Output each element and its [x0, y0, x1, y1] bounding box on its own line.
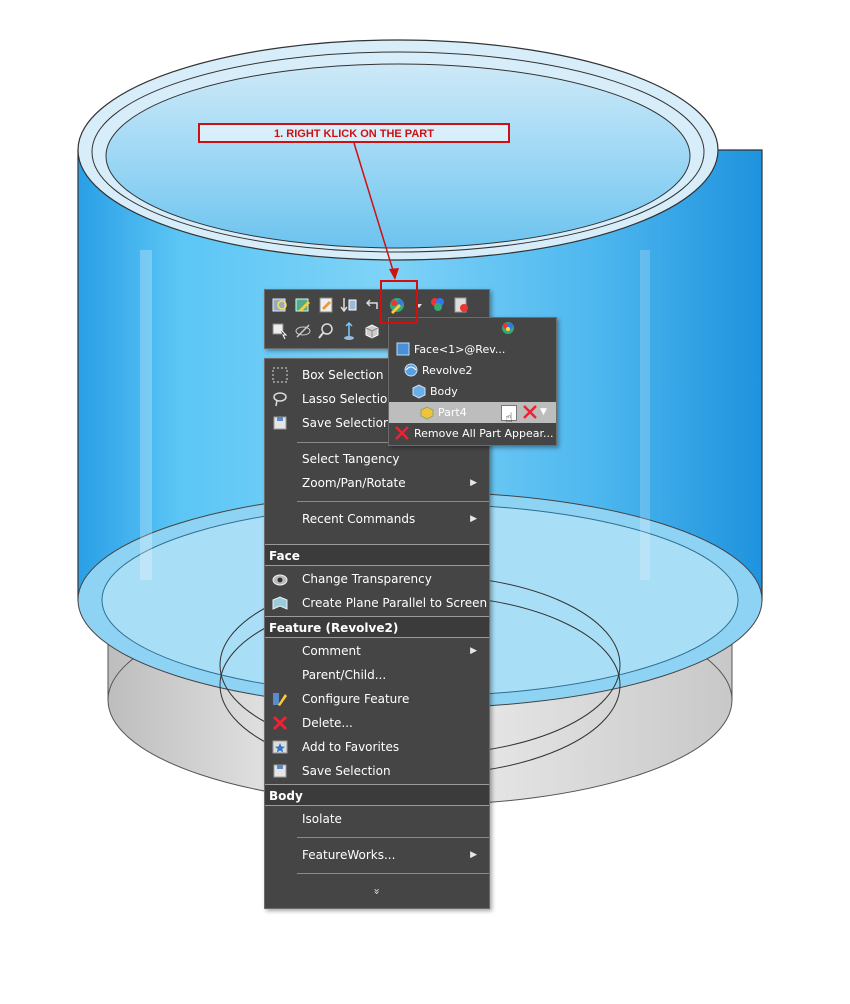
remove-appearance-icon[interactable] — [522, 404, 538, 420]
submenu-arrow-icon: ▶ — [470, 478, 477, 488]
annotation-highlight-box — [380, 280, 418, 324]
revolve-icon — [403, 362, 419, 378]
menu-item-recent-commands[interactable]: Recent Commands ▶ — [265, 508, 489, 530]
hide-icon[interactable] — [293, 321, 313, 341]
submenu-arrow-icon: ▶ — [470, 514, 477, 524]
menu-separator — [297, 837, 489, 838]
menu-item-delete[interactable]: Delete... — [265, 712, 489, 734]
menu-item-change-transparency[interactable]: Change Transparency — [265, 568, 489, 590]
submenu-item-face[interactable]: Face<1>@Rev... — [389, 339, 556, 360]
submenu-arrow-icon: ▶ — [470, 646, 477, 656]
submenu-item-revolve2[interactable]: Revolve2 — [389, 360, 556, 381]
edit-sketch-icon[interactable] — [293, 295, 313, 315]
configure-feature-icon — [271, 690, 289, 708]
remove-appearance-icon — [394, 425, 410, 441]
expand-menu-chevron-icon[interactable]: » — [371, 780, 384, 1004]
normal-to-icon[interactable] — [339, 321, 359, 341]
save-selection-icon — [271, 414, 289, 432]
transparency-icon — [271, 570, 289, 588]
menu-separator — [297, 873, 489, 874]
submenu-item-body[interactable]: Body — [389, 381, 556, 402]
submenu-item-remove-all[interactable]: Remove All Part Appear... — [389, 423, 556, 444]
zoom-to-selection-icon[interactable] — [270, 295, 290, 315]
appearance-submenu: Face<1>@Rev... Revolve2 Body Part4 ☝ ▼ R… — [388, 317, 557, 446]
copy-appearance-icon[interactable] — [428, 295, 448, 315]
menu-item-zoom-pan-rotate[interactable]: Zoom/Pan/Rotate ▶ — [265, 472, 489, 494]
annotation-callout: 1. RIGHT KLICK ON THE PART — [198, 123, 510, 143]
paste-appearance-icon[interactable] — [451, 295, 471, 315]
submenu-item-part4[interactable]: Part4 ☝ ▼ — [389, 402, 556, 426]
menu-item-create-plane[interactable]: Create Plane Parallel to Screen — [265, 592, 489, 614]
menu-separator — [297, 501, 489, 502]
section-header-feature: Feature (Revolve2) — [265, 616, 489, 638]
dropdown-arrow-icon[interactable]: ▼ — [540, 402, 547, 423]
delete-icon — [271, 714, 289, 732]
save-selection-icon — [271, 762, 289, 780]
plane-icon — [271, 594, 289, 612]
color-wheel-icon — [501, 321, 515, 335]
part-icon — [419, 404, 435, 420]
box-selection-icon — [271, 366, 289, 384]
sort-icon[interactable] — [339, 295, 359, 315]
favorites-icon — [271, 738, 289, 756]
menu-item-comment[interactable]: Comment ▶ — [265, 640, 489, 662]
menu-item-select-tangency[interactable]: Select Tangency — [265, 448, 489, 470]
face-icon — [395, 341, 411, 357]
menu-item-configure-feature[interactable]: Configure Feature — [265, 688, 489, 710]
select-other-icon[interactable] — [270, 321, 290, 341]
zoom-icon[interactable] — [316, 321, 336, 341]
view-cube-icon[interactable] — [362, 321, 382, 341]
section-header-face: Face — [265, 544, 489, 566]
undo-arrow-icon[interactable] — [362, 295, 382, 315]
body-icon — [411, 383, 427, 399]
lasso-icon — [271, 390, 289, 408]
edit-feature-icon[interactable] — [316, 295, 336, 315]
menu-item-parent-child[interactable]: Parent/Child... — [265, 664, 489, 686]
menu-item-add-to-favorites[interactable]: Add to Favorites — [265, 736, 489, 758]
submenu-arrow-icon: ▶ — [470, 850, 477, 860]
